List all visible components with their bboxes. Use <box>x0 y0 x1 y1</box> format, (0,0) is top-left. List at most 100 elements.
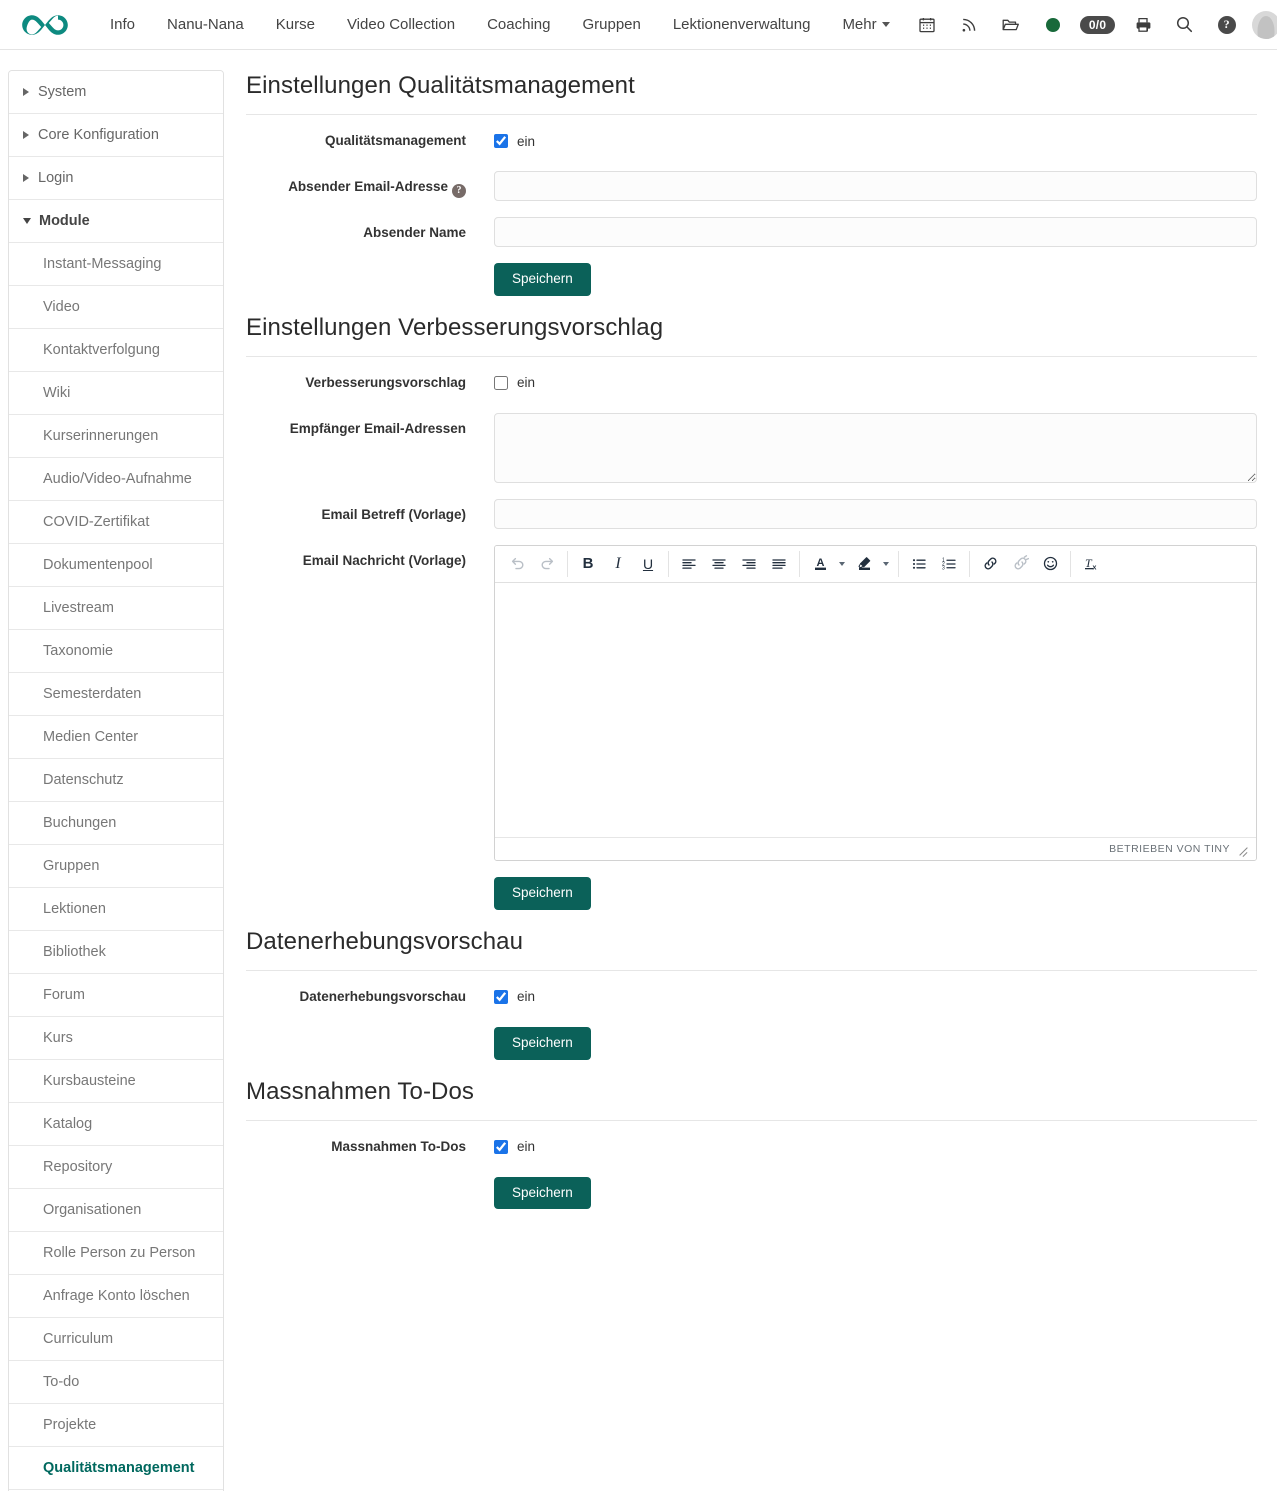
align-center-icon[interactable] <box>704 550 734 578</box>
sidebar-item-forum[interactable]: Forum <box>9 974 223 1017</box>
sidebar-nav-list: System Core Konfiguration Login Module I… <box>8 70 224 1491</box>
qm-toggle-checkbox[interactable] <box>494 134 508 148</box>
italic-icon[interactable]: I <box>603 550 633 578</box>
sidebar-item-wiki[interactable]: Wiki <box>9 372 223 415</box>
sidebar-item-datenschutz[interactable]: Datenschutz <box>9 759 223 802</box>
sidebar-group-module[interactable]: Module <box>9 200 223 243</box>
sidebar-item-semesterdaten[interactable]: Semesterdaten <box>9 673 223 716</box>
sidebar-group-core-konfiguration[interactable]: Core Konfiguration <box>9 114 223 157</box>
sidebar-item-repository[interactable]: Repository <box>9 1146 223 1189</box>
spacer-label <box>246 263 494 270</box>
sidebar-item-lektionen[interactable]: Lektionen <box>9 888 223 931</box>
sidebar-item-kurs[interactable]: Kurs <box>9 1017 223 1060</box>
calendar-icon[interactable] <box>906 0 948 50</box>
sidebar-item-video[interactable]: Video <box>9 286 223 329</box>
vorschau-save-button[interactable]: Speichern <box>494 1026 591 1060</box>
sidebar-item-medien-center[interactable]: Medien Center <box>9 716 223 759</box>
sidebar-item-taxonomie[interactable]: Taxonomie <box>9 630 223 673</box>
search-icon[interactable] <box>1164 0 1206 50</box>
highlight-color-chevron-down-icon[interactable] <box>879 550 893 578</box>
status-dot-icon[interactable] <box>1032 0 1074 50</box>
editor-content-area[interactable] <box>495 582 1256 838</box>
sidebar-item-buchungen[interactable]: Buchungen <box>9 802 223 845</box>
sidebar-group-label: Module <box>39 213 90 229</box>
email-subject-input[interactable] <box>494 498 1257 529</box>
todos-toggle-checkbox-wrap[interactable]: ein <box>494 1131 1257 1161</box>
text-color-icon[interactable]: A <box>805 550 835 578</box>
field-row-recipients: Empfänger Email-Adressen <box>246 412 1257 483</box>
sidebar-item-qualitaetsmanagement[interactable]: Qualitätsmanagement <box>9 1447 223 1490</box>
sidebar-item-curriculum[interactable]: Curriculum <box>9 1318 223 1361</box>
sidebar-item-katalog[interactable]: Katalog <box>9 1103 223 1146</box>
sidebar-item-bibliothek[interactable]: Bibliothek <box>9 931 223 974</box>
vorschlag-save-button[interactable]: Speichern <box>494 876 591 910</box>
sidebar-item-projekte[interactable]: Projekte <box>9 1404 223 1447</box>
nav-item-lektionenverwaltung[interactable]: Lektionenverwaltung <box>657 0 827 50</box>
sidebar-item-kontaktverfolgung[interactable]: Kontaktverfolgung <box>9 329 223 372</box>
brand-logo-link[interactable] <box>18 11 72 39</box>
recipients-textarea[interactable] <box>494 412 1257 483</box>
help-tooltip-icon[interactable]: ? <box>452 183 466 198</box>
undo-icon[interactable] <box>502 550 532 578</box>
sidebar-item-covid-zertifikat[interactable]: COVID-Zertifikat <box>9 501 223 544</box>
sidebar-item-livestream[interactable]: Livestream <box>9 587 223 630</box>
nav-item-info[interactable]: Info <box>94 0 151 50</box>
vorschlag-toggle-checkbox[interactable] <box>494 375 508 390</box>
bold-icon[interactable]: B <box>573 550 603 578</box>
sender-email-input[interactable] <box>494 171 1257 201</box>
navbar-actions: 0/0 ? <box>906 0 1277 50</box>
notification-count-badge[interactable]: 0/0 <box>1074 0 1122 50</box>
sidebar-item-gruppen[interactable]: Gruppen <box>9 845 223 888</box>
todos-save-button[interactable]: Speichern <box>494 1176 591 1210</box>
link-icon[interactable] <box>975 550 1005 578</box>
sidebar-group-login[interactable]: Login <box>9 157 223 200</box>
section-massnahmen-todos: Massnahmen To-Dos Massnahmen To-Dos ein … <box>246 1078 1257 1210</box>
field-row-vorschlag-toggle: Verbesserungsvorschlag ein <box>246 367 1257 397</box>
chevron-down-icon <box>23 218 31 224</box>
sidebar-item-rolle-person-zu-person[interactable]: Rolle Person zu Person <box>9 1232 223 1275</box>
vorschau-toggle-label: ein <box>517 989 536 1005</box>
nav-item-mehr[interactable]: Mehr <box>826 0 905 50</box>
sidebar-item-audio-video-aufnahme[interactable]: Audio/Video-Aufnahme <box>9 458 223 501</box>
sidebar-item-anfrage-konto-loeschen[interactable]: Anfrage Konto löschen <box>9 1275 223 1318</box>
printer-icon[interactable] <box>1122 0 1164 50</box>
unlink-icon[interactable] <box>1005 550 1035 578</box>
align-justify-icon[interactable] <box>764 550 794 578</box>
sidebar-item-instant-messaging[interactable]: Instant-Messaging <box>9 243 223 286</box>
sidebar-item-dokumentenpool[interactable]: Dokumentenpool <box>9 544 223 587</box>
rss-icon[interactable] <box>948 0 990 50</box>
sidebar-item-kurserinnerungen[interactable]: Kurserinnerungen <box>9 415 223 458</box>
chevron-right-icon <box>23 131 29 139</box>
avatar[interactable] <box>1248 0 1277 50</box>
help-icon[interactable]: ? <box>1206 0 1248 50</box>
sidebar-item-to-do[interactable]: To-do <box>9 1361 223 1404</box>
align-right-icon[interactable] <box>734 550 764 578</box>
nav-item-coaching[interactable]: Coaching <box>471 0 566 50</box>
vorschau-toggle-checkbox[interactable] <box>494 989 508 1004</box>
highlight-color-icon[interactable] <box>849 550 879 578</box>
editor-resize-handle[interactable] <box>1238 843 1250 855</box>
clear-formatting-icon[interactable]: T x <box>1076 550 1106 578</box>
text-color-chevron-down-icon[interactable] <box>835 550 849 578</box>
numbered-list-icon[interactable]: 1 2 3 <box>934 550 964 578</box>
underline-icon[interactable]: U <box>633 550 663 578</box>
todos-toggle-checkbox[interactable] <box>494 1139 508 1154</box>
qm-toggle-checkbox-wrap[interactable]: ein <box>494 125 1257 155</box>
vorschlag-toggle-checkbox-wrap[interactable]: ein <box>494 367 1257 397</box>
align-left-icon[interactable] <box>674 550 704 578</box>
nav-item-kurse[interactable]: Kurse <box>260 0 331 50</box>
vorschau-toggle-checkbox-wrap[interactable]: ein <box>494 981 1257 1011</box>
nav-item-nanu-nana[interactable]: Nanu-Nana <box>151 0 260 50</box>
folder-open-icon[interactable] <box>990 0 1032 50</box>
spacer-label <box>246 877 494 884</box>
nav-item-video-collection[interactable]: Video Collection <box>331 0 471 50</box>
sidebar-group-system[interactable]: System <box>9 71 223 114</box>
emoji-icon[interactable] <box>1035 550 1065 578</box>
sidebar-item-organisationen[interactable]: Organisationen <box>9 1189 223 1232</box>
bullet-list-icon[interactable] <box>904 550 934 578</box>
nav-item-gruppen[interactable]: Gruppen <box>566 0 656 50</box>
redo-icon[interactable] <box>532 550 562 578</box>
sidebar-item-kursbausteine[interactable]: Kursbausteine <box>9 1060 223 1103</box>
qm-save-button[interactable]: Speichern <box>494 263 591 296</box>
sender-name-input[interactable] <box>494 217 1257 247</box>
